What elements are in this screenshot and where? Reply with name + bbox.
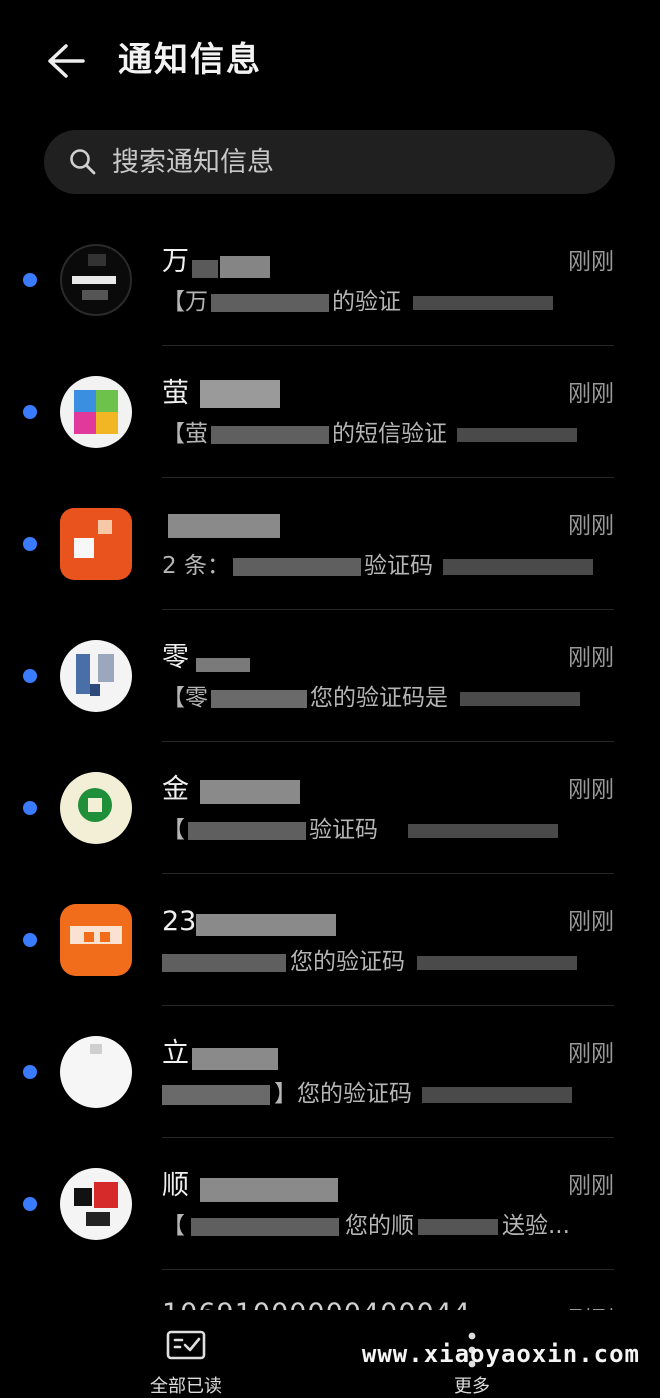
notification-item[interactable]: 23 您的验证码 刚刚 xyxy=(0,874,660,1006)
avatar xyxy=(60,640,132,712)
search-bar[interactable] xyxy=(44,130,615,194)
unread-dot xyxy=(23,1065,37,1079)
preview-text: 【 xyxy=(162,1213,185,1239)
notification-item[interactable]: 万 【万 的验证 刚刚 xyxy=(0,214,660,346)
avatar xyxy=(60,244,132,316)
redacted-text xyxy=(162,953,286,972)
watermark-text: www.xiaoyaoxin.com xyxy=(361,1340,640,1368)
notification-item[interactable]: 立 】您的验证码 刚刚 xyxy=(0,1006,660,1138)
unread-dot xyxy=(23,933,37,947)
avatar xyxy=(60,904,132,976)
timestamp: 刚刚 xyxy=(568,777,614,803)
redacted-text xyxy=(460,691,580,706)
timestamp: 刚刚 xyxy=(568,645,614,671)
timestamp: 刚刚 xyxy=(568,1173,614,1199)
redacted-block xyxy=(192,260,218,278)
notification-item[interactable]: 金 【 验证码 刚刚 xyxy=(0,742,660,874)
avatar xyxy=(60,508,132,580)
redacted-block xyxy=(200,380,280,408)
search-input[interactable] xyxy=(112,146,532,178)
redacted-text xyxy=(188,821,306,840)
timestamp: 刚刚 xyxy=(568,381,614,407)
notification-item[interactable]: 零 【零 您的验证码是 刚刚 xyxy=(0,610,660,742)
timestamp: 刚刚 xyxy=(568,1041,614,1067)
search-icon xyxy=(68,147,98,177)
notification-item[interactable]: 顺 【 您的顺 送验... 刚刚 xyxy=(0,1138,660,1270)
redacted-block xyxy=(192,1048,278,1070)
timestamp: 刚刚 xyxy=(568,249,614,275)
redacted-block xyxy=(200,1178,338,1202)
unread-dot xyxy=(23,1197,37,1211)
redacted-text xyxy=(191,1217,339,1236)
preview-text: 【万 xyxy=(162,289,208,315)
page-title: 通知信息 xyxy=(118,40,262,80)
preview-text: 【 xyxy=(162,817,185,843)
header: 通知信息 xyxy=(0,0,660,120)
preview-text-tail: 的验证 xyxy=(332,289,401,315)
notification-item-partial[interactable]: 10691000000400044 刚刚 xyxy=(0,1270,660,1310)
redacted-text xyxy=(408,823,558,838)
sender-name: 立 xyxy=(162,1038,189,1069)
timestamp: 刚刚 xyxy=(568,1300,614,1310)
redacted-text xyxy=(162,1084,270,1105)
redacted-block xyxy=(220,256,270,278)
avatar xyxy=(60,772,132,844)
unread-dot xyxy=(23,273,37,287)
redacted-text xyxy=(232,557,361,576)
preview-text-tail: 的短信验证 xyxy=(332,421,447,447)
notification-item[interactable]: 萤 【萤 的短信验证 刚刚 xyxy=(0,346,660,478)
avatar xyxy=(60,1168,132,1240)
redacted-text xyxy=(422,1086,572,1103)
mark-all-read-label: 全部已读 xyxy=(150,1376,222,1397)
preview-text: 【萤 xyxy=(162,421,208,447)
redacted-text xyxy=(413,295,553,310)
timestamp: 刚刚 xyxy=(568,513,614,539)
unread-dot xyxy=(23,537,37,551)
timestamp: 刚刚 xyxy=(568,909,614,935)
notification-list: 万 【万 的验证 刚刚 萤 【萤 的短信验证 刚刚 2 条： 验证码 刚刚 零 … xyxy=(0,214,660,1270)
mark-read-icon xyxy=(166,1330,206,1360)
preview-text-tail: 验证码 xyxy=(309,817,378,843)
redacted-block xyxy=(168,514,280,538)
sender-name: 万 xyxy=(162,246,189,277)
sender-name: 23 xyxy=(162,906,197,937)
sender-name: 萤 xyxy=(162,378,189,409)
sender-name: 顺 xyxy=(162,1170,189,1201)
redacted-text xyxy=(457,427,577,442)
back-button[interactable] xyxy=(38,36,94,86)
redacted-text xyxy=(211,293,329,312)
preview-text-tail: 您的验证码 xyxy=(290,949,405,975)
redacted-block xyxy=(196,914,336,936)
more-label: 更多 xyxy=(454,1376,490,1397)
notification-item[interactable]: 2 条： 验证码 刚刚 xyxy=(0,478,660,610)
redacted-text xyxy=(211,425,329,444)
arrow-left-icon xyxy=(48,44,85,78)
redacted-block xyxy=(196,658,250,672)
redacted-text xyxy=(211,689,307,708)
avatar xyxy=(60,1036,132,1108)
preview-text-tail: 您的顺 xyxy=(345,1213,414,1239)
preview-text-end: 送验... xyxy=(502,1213,570,1239)
preview-text-tail: 验证码 xyxy=(363,553,433,579)
preview-text: 【零 xyxy=(162,685,208,711)
mark-all-read-button[interactable]: 全部已读 xyxy=(126,1310,246,1397)
unread-dot xyxy=(23,405,37,419)
sender-name: 零 xyxy=(162,642,189,673)
redacted-text xyxy=(418,1218,498,1235)
redacted-block xyxy=(200,780,300,804)
avatar xyxy=(60,376,132,448)
sender-name: 10691000000400044 xyxy=(162,1298,471,1310)
sender-name: 金 xyxy=(162,774,189,805)
unread-dot xyxy=(23,669,37,683)
preview-text-tail: 您的验证码是 xyxy=(310,685,448,711)
redacted-text xyxy=(417,955,577,970)
redacted-text xyxy=(442,558,593,575)
preview-text-tail: 】您的验证码 xyxy=(274,1081,412,1107)
unread-dot xyxy=(23,801,37,815)
preview-text: 2 条： xyxy=(162,553,230,579)
